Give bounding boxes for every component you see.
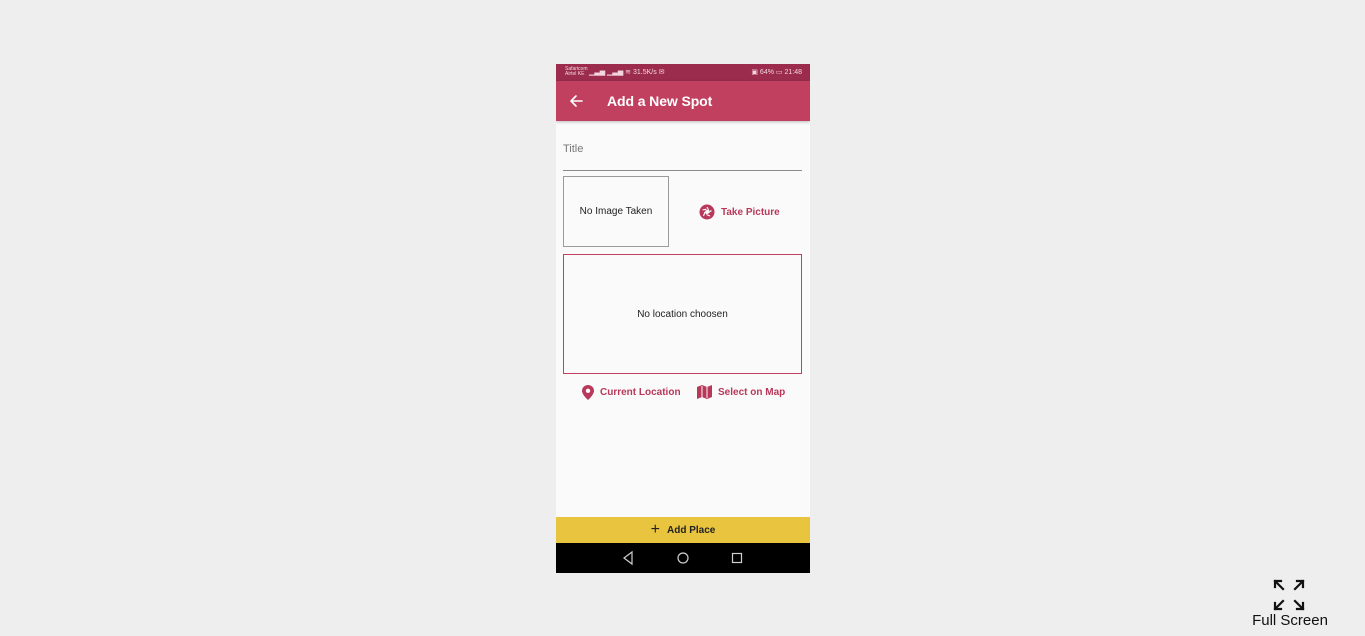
net-speed: 31.5K/s <box>632 69 657 76</box>
nav-back-button[interactable] <box>620 550 636 566</box>
battery-icon: ▭ <box>775 69 783 76</box>
nfc-icon: ▣ <box>751 69 758 76</box>
clock: 21:48 <box>784 69 802 76</box>
camera-shutter-icon <box>699 204 715 220</box>
circle-home-icon <box>677 552 689 564</box>
carrier-names: Safaricom Airtel KE <box>565 67 588 78</box>
nav-recents-button[interactable] <box>729 550 745 566</box>
mail-icon: ✉ <box>658 69 665 76</box>
nav-home-button[interactable] <box>675 550 691 566</box>
current-location-label: Current Location <box>600 386 681 398</box>
select-on-map-button[interactable]: Select on Map <box>697 383 785 401</box>
page-title: Add a New Spot <box>607 93 713 109</box>
signal-icon: ▁▃▅ ▁▃▅ ≋ <box>588 69 632 76</box>
location-pin-icon <box>582 384 594 400</box>
arrow-back-icon <box>570 95 583 107</box>
expand-icon <box>1273 579 1305 611</box>
phone-screen: Safaricom Airtel KE ▁▃▅ ▁▃▅ ≋ 31.5K/s ✉ … <box>556 64 810 573</box>
image-preview: No Image Taken <box>563 176 669 247</box>
back-button[interactable] <box>566 91 586 111</box>
select-on-map-label: Select on Map <box>718 386 786 398</box>
plus-icon: + <box>650 521 660 538</box>
fullscreen-label: Full Screen <box>1252 612 1328 629</box>
triangle-back-icon <box>623 550 633 566</box>
app-bar: Add a New Spot <box>556 81 810 121</box>
title-field[interactable] <box>563 134 802 171</box>
location-preview: No location choosen <box>563 254 802 374</box>
no-image-text: No Image Taken <box>579 206 653 217</box>
take-picture-label: Take Picture <box>721 206 780 218</box>
fullscreen-button[interactable]: Full Screen <box>1248 578 1332 630</box>
add-place-button[interactable]: + Add Place <box>556 517 810 543</box>
battery-percent: 64% <box>759 69 774 76</box>
status-right: ▣ 64% ▭ 21:48 <box>751 64 802 81</box>
square-recents-icon <box>731 552 743 564</box>
android-nav-bar <box>556 543 810 573</box>
status-left: Safaricom Airtel KE ▁▃▅ ▁▃▅ ≋ 31.5K/s ✉ <box>565 64 665 81</box>
title-input[interactable] <box>563 138 798 160</box>
take-picture-button[interactable]: Take Picture <box>699 203 780 221</box>
map-icon <box>697 385 712 399</box>
add-place-label: Add Place <box>666 524 716 536</box>
no-location-text: No location choosen <box>637 308 728 320</box>
carrier-line2: Airtel KE <box>565 71 585 78</box>
status-bar: Safaricom Airtel KE ▁▃▅ ▁▃▅ ≋ 31.5K/s ✉ … <box>556 64 810 81</box>
current-location-button[interactable]: Current Location <box>582 383 681 401</box>
